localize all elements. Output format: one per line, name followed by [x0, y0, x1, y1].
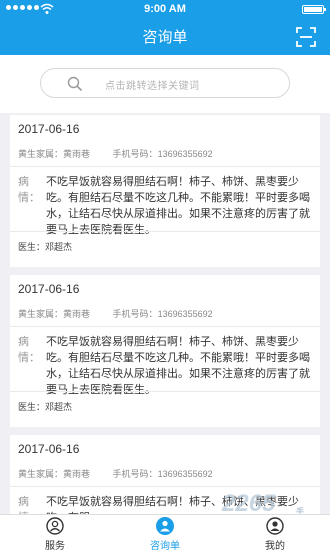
- condition: 病情： 不吃早饭就容易得胆结石啊！柿子、柿饼、黑枣要少吃。有胆结石尽量不吃这几种…: [18, 334, 312, 398]
- phone-label: 手机号码：: [112, 309, 158, 319]
- family-name: 黄雨巷: [63, 149, 91, 159]
- search-icon: [67, 76, 83, 92]
- page-title: 咨询单: [142, 29, 188, 46]
- battery-icon: [302, 5, 326, 14]
- family-name: 黄雨巷: [63, 309, 91, 319]
- tab-consult-label: 咨询单: [150, 541, 180, 550]
- doctor: 医生：邓超杰: [18, 240, 72, 253]
- status-bar: 9:00 AM: [0, 0, 330, 18]
- condition-text: 不吃早饭就容易得胆结石啊！柿子、柿饼、黑枣要少吃。有胆结石尽量不吃这几种。不能累…: [46, 336, 310, 396]
- card-meta: 黄生家属：黄雨巷 手机号码：13696355692: [18, 307, 213, 320]
- condition-label: 病情：: [18, 176, 40, 204]
- scan-icon[interactable]: [296, 27, 316, 47]
- card-meta: 黄生家属：黄雨巷 手机号码：13696355692: [18, 147, 213, 160]
- tab-profile-label: 我的: [265, 541, 285, 550]
- search-section: 点击跳转选择关键词: [0, 55, 330, 113]
- tab-consult[interactable]: 咨询单: [110, 515, 220, 550]
- watermark-text: 2265: [222, 490, 276, 517]
- divider: [10, 231, 320, 232]
- profile-icon: [266, 517, 284, 535]
- divider: [10, 326, 320, 327]
- divider: [10, 486, 320, 487]
- card-date: 2017-06-16: [18, 122, 80, 136]
- card-meta: 黄生家属：黄雨巷 手机号码：13696355692: [18, 467, 213, 480]
- phone-label: 手机号码：: [112, 469, 158, 479]
- family-label: 黄生家属：: [18, 149, 64, 159]
- doctor-label: 医生：: [18, 242, 46, 252]
- search-input[interactable]: 点击跳转选择关键词: [40, 68, 290, 98]
- phone-label: 手机号码：: [112, 149, 158, 159]
- family-name: 黄雨巷: [63, 469, 91, 479]
- doctor-label: 医生：: [18, 402, 46, 412]
- consult-icon: [156, 517, 174, 535]
- consult-card[interactable]: 2017-06-16 黄生家属：黄雨巷 手机号码：13696355692 病情：…: [10, 275, 320, 427]
- app-header: 9:00 AM 咨询单: [0, 0, 330, 55]
- family-label: 黄生家属：: [18, 469, 64, 479]
- phone-number: 13696355692: [157, 149, 213, 159]
- doctor-name: 邓超杰: [45, 402, 73, 412]
- condition-label: 病情：: [18, 336, 40, 364]
- condition: 病情： 不吃早饭就容易得胆结石啊！柿子、柿饼、黑枣要少吃。有胆结石尽量不吃这几种…: [18, 174, 312, 238]
- tab-service[interactable]: 服务: [0, 515, 110, 550]
- condition-text: 不吃早饭就容易得胆结石啊！柿子、柿饼、黑枣要少吃。有胆结石尽量不吃这几种。不能累…: [46, 176, 310, 236]
- tab-bar: 服务 咨询单 我的: [0, 514, 330, 550]
- divider: [10, 391, 320, 392]
- doctor-name: 邓超杰: [45, 242, 73, 252]
- card-date: 2017-06-16: [18, 442, 80, 456]
- consult-card[interactable]: 2017-06-16 黄生家属：黄雨巷 手机号码：13696355692 病情：…: [10, 115, 320, 267]
- phone-number: 13696355692: [157, 469, 213, 479]
- divider: [10, 166, 320, 167]
- family-label: 黄生家属：: [18, 309, 64, 319]
- phone-number: 13696355692: [157, 309, 213, 319]
- search-placeholder: 点击跳转选择关键词: [105, 81, 200, 92]
- tab-profile[interactable]: 我的: [220, 515, 330, 550]
- condition-label: 病情：: [18, 496, 40, 514]
- doctor: 医生：邓超杰: [18, 400, 72, 413]
- tab-service-label: 服务: [45, 541, 65, 550]
- card-date: 2017-06-16: [18, 282, 80, 296]
- status-time: 9:00 AM: [144, 3, 186, 15]
- service-icon: [46, 517, 64, 535]
